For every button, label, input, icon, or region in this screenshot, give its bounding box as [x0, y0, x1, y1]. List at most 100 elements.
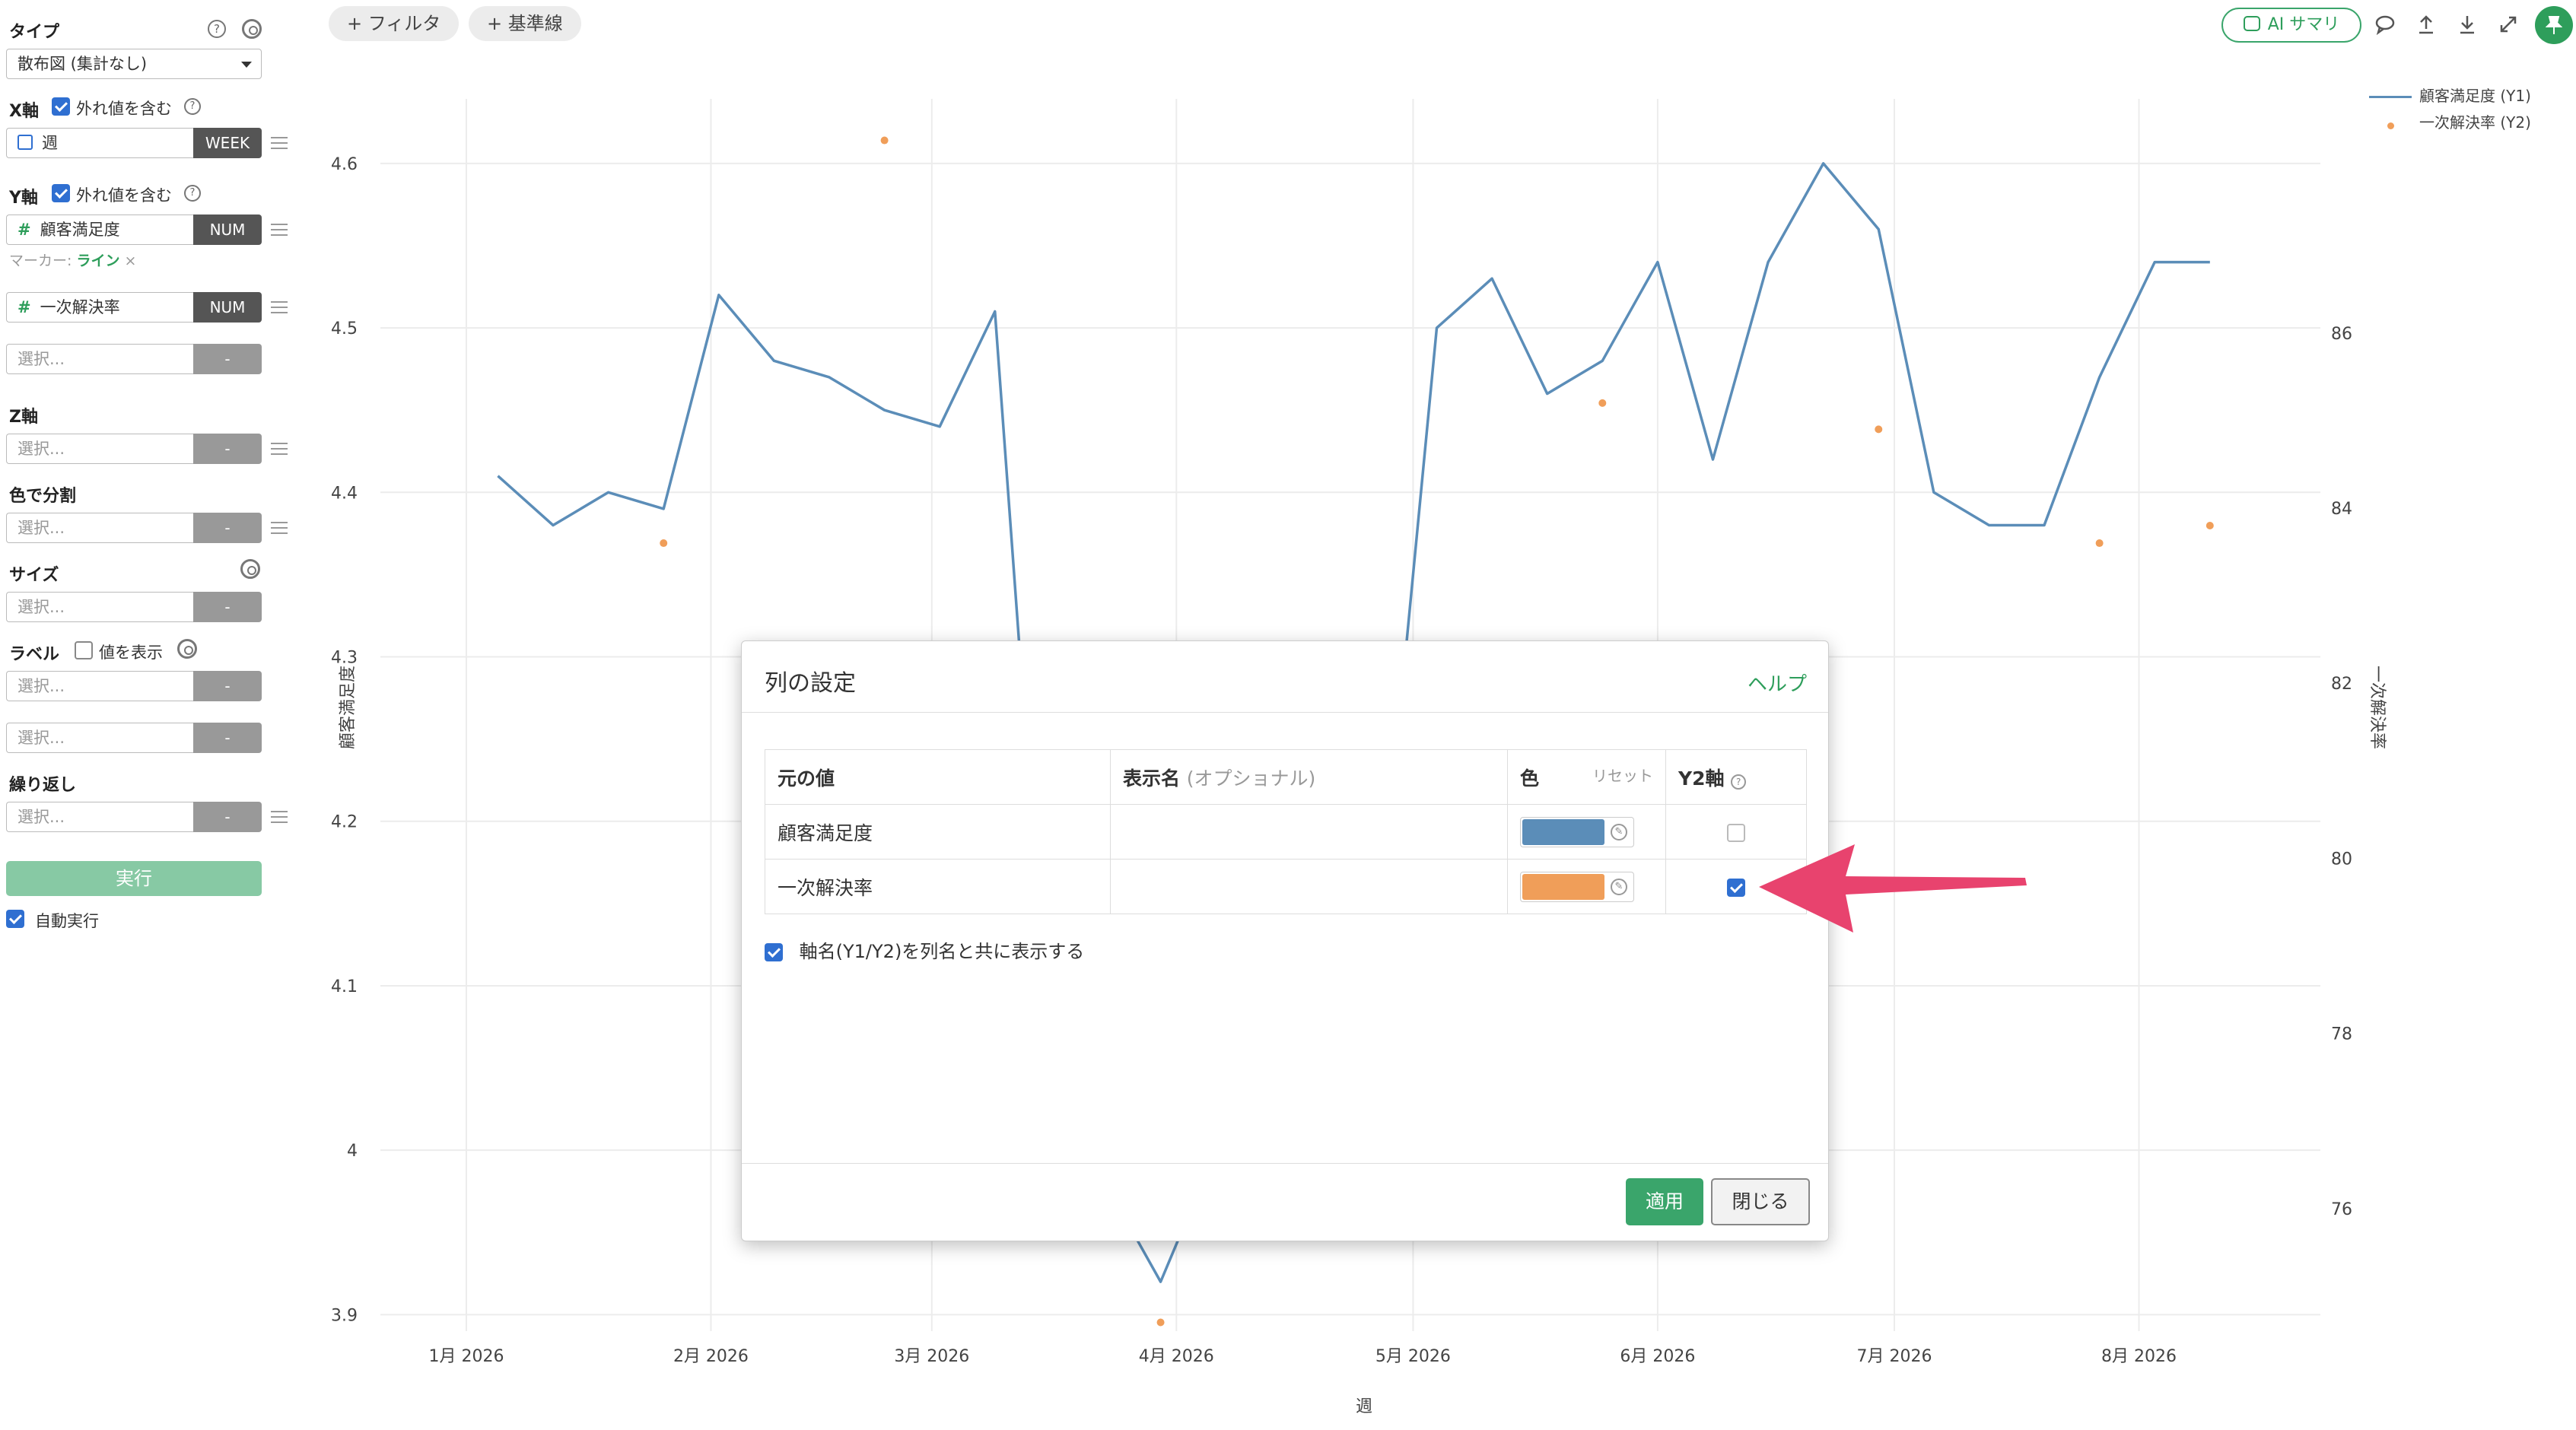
color-split-placeholder[interactable]: 選択... [6, 513, 193, 543]
size-tag[interactable]: - [193, 592, 262, 622]
row-display-input[interactable] [1110, 804, 1508, 860]
x-tick-label: 1月 2026 [428, 1347, 504, 1366]
x-tick-label: 7月 2026 [1857, 1347, 1932, 1366]
repeat-placeholder[interactable]: 選択... [6, 802, 193, 832]
upload-icon[interactable] [2415, 14, 2438, 37]
add-baseline-button[interactable]: + 基準線 [469, 6, 581, 41]
z-axis-field[interactable]: 選択... - [6, 434, 262, 464]
legend-label-y2: 一次解決率 (Y2) [2419, 113, 2531, 132]
y-axis-field-1-tag[interactable]: NUM [193, 214, 262, 245]
column-settings-table: 元の値 表示名 (オプショナル) 色リセット Y2軸 ? 顧客満足度 ✎ 一次解… [765, 749, 1807, 914]
help-icon[interactable]: ? [1731, 774, 1747, 790]
apply-button[interactable]: 適用 [1626, 1178, 1703, 1225]
y-axis-field-2-tag[interactable]: NUM [193, 292, 262, 323]
color-picker[interactable]: ✎ [1520, 871, 1634, 902]
pen-icon: ✎ [1611, 823, 1627, 841]
label-field-2-tag[interactable]: - [193, 723, 262, 753]
color-split-tag[interactable]: - [193, 513, 262, 543]
series-point-y2 [1598, 399, 1607, 407]
repeat-tag[interactable]: - [193, 802, 262, 832]
row-source: 顧客満足度 [765, 804, 1111, 860]
y-tick-label: 4.1 [331, 977, 358, 996]
label-field-1[interactable]: 選択... - [6, 671, 262, 701]
label-field-2-placeholder[interactable]: 選択... [6, 723, 193, 753]
row-source: 一次解決率 [765, 859, 1111, 914]
y-outliers-text: 外れ値を含む [76, 186, 172, 205]
help-icon[interactable]: ? [184, 185, 201, 202]
row-color-cell: ✎ [1507, 804, 1666, 860]
y2-tick-label: 76 [2331, 1200, 2352, 1219]
x-axis-field-box[interactable]: 週 [6, 128, 193, 158]
menu-icon[interactable] [271, 224, 288, 236]
legend-line-swatch [2369, 96, 2412, 98]
expand-icon[interactable] [2497, 14, 2520, 37]
close-button[interactable]: 閉じる [1711, 1178, 1810, 1225]
menu-icon[interactable] [271, 522, 288, 534]
y2-checkbox[interactable] [1727, 824, 1745, 842]
legend-item-y2[interactable]: 一次解決率 (Y2) [2369, 110, 2531, 133]
x-tick-label: 3月 2026 [894, 1347, 969, 1366]
label-field-1-tag[interactable]: - [193, 671, 262, 701]
y2-axis-title: 一次解決率 [2368, 666, 2387, 749]
menu-icon[interactable] [271, 443, 288, 455]
size-placeholder[interactable]: 選択... [6, 592, 193, 622]
chart-type-select[interactable]: 散布図 (集計なし) [6, 49, 262, 79]
menu-icon[interactable] [271, 811, 288, 823]
run-button[interactable]: 実行 [6, 861, 262, 896]
label-field-2[interactable]: 選択... - [6, 723, 262, 753]
color-swatch [1522, 818, 1604, 845]
type-settings-gear-icon[interactable] [242, 19, 262, 39]
marker-remove-icon[interactable]: × [125, 253, 137, 269]
ai-summary-button[interactable]: AI サマリ [2221, 8, 2361, 43]
label-field-1-placeholder[interactable]: 選択... [6, 671, 193, 701]
x-axis-label: X軸 [9, 102, 39, 121]
download-icon[interactable] [2456, 14, 2479, 37]
annotation-arrow-icon [1759, 844, 2027, 933]
x-axis-type-tag[interactable]: WEEK [193, 128, 262, 158]
x-axis-title: 週 [1356, 1397, 1372, 1416]
x-tick-label: 5月 2026 [1375, 1347, 1451, 1366]
menu-icon[interactable] [271, 301, 288, 313]
y2-checkbox[interactable] [1727, 879, 1745, 897]
legend-item-y1[interactable]: 顧客満足度 (Y1) [2369, 84, 2531, 106]
color-picker[interactable]: ✎ [1520, 816, 1634, 847]
color-reset-link[interactable]: リセット [1592, 764, 1653, 786]
y-axis-field-3-tag[interactable]: - [193, 344, 262, 374]
z-axis-placeholder[interactable]: 選択... [6, 434, 193, 464]
help-icon[interactable]: ? [208, 20, 226, 38]
show-axis-name-option[interactable]: 軸名(Y1/Y2)を列名と共に表示する [765, 936, 1084, 963]
show-axis-name-checkbox[interactable] [765, 943, 783, 961]
y-axis-field-1-box[interactable]: # 顧客満足度 [6, 214, 193, 245]
size-settings-gear-icon[interactable] [240, 559, 260, 579]
x-axis-field[interactable]: 週 WEEK [6, 128, 262, 158]
y-axis-field-2[interactable]: # 一次解決率 NUM [6, 292, 262, 323]
size-field[interactable]: 選択... - [6, 592, 262, 622]
auto-run-checkbox[interactable] [6, 910, 24, 928]
marker-value[interactable]: ライン [76, 253, 119, 269]
y-outliers-checkbox[interactable] [52, 184, 70, 202]
comment-icon[interactable] [2374, 14, 2396, 37]
table-header-row: 元の値 表示名 (オプショナル) 色リセット Y2軸 ? [765, 749, 1807, 805]
config-sidebar: タイプ ? 散布図 (集計なし) X軸 外れ値を含む ? 週 WEEK Y軸 外… [0, 0, 304, 1430]
y-tick-label: 4.3 [331, 649, 358, 668]
pin-icon[interactable] [2535, 6, 2573, 44]
y-axis-field-2-box[interactable]: # 一次解決率 [6, 292, 193, 323]
help-icon[interactable]: ? [184, 98, 201, 115]
color-split-field[interactable]: 選択... - [6, 513, 262, 543]
show-values-text: 値を表示 [99, 644, 163, 662]
y-axis-field-3[interactable]: 選択... - [6, 344, 262, 374]
menu-icon[interactable] [271, 137, 288, 149]
x-outliers-checkbox[interactable] [52, 97, 70, 116]
show-values-checkbox[interactable] [75, 641, 93, 659]
marker-setting[interactable]: マーカー: ライン × [9, 249, 136, 270]
dialog-help-link[interactable]: ヘルプ [1748, 669, 1807, 697]
row-display-input[interactable] [1110, 859, 1508, 914]
label-settings-gear-icon[interactable] [177, 639, 197, 659]
table-row: 一次解決率 ✎ [765, 859, 1807, 914]
y-axis-field-3-placeholder[interactable]: 選択... [6, 344, 193, 374]
y-axis-field-1[interactable]: # 顧客満足度 NUM [6, 214, 262, 245]
repeat-field[interactable]: 選択... - [6, 802, 262, 832]
add-filter-button[interactable]: + フィルタ [329, 6, 460, 41]
z-axis-tag[interactable]: - [193, 434, 262, 464]
x-axis-field-name: 週 [42, 134, 58, 152]
